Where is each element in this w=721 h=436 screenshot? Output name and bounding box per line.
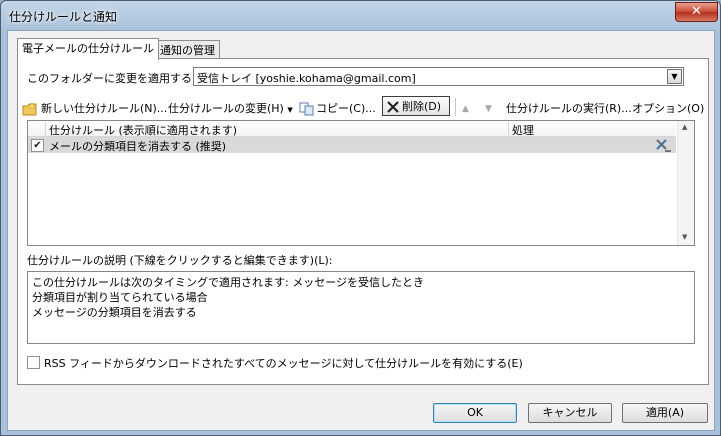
window-title: 仕分けルールと通知 bbox=[9, 10, 118, 24]
header-divider bbox=[508, 122, 509, 135]
tab-manage-alerts-label: 通知の管理 bbox=[160, 44, 215, 57]
change-rule-button[interactable]: 仕分けルールの変更(H) ▼ bbox=[168, 99, 293, 119]
description-line[interactable]: 分類項目が割り当てられている場合 bbox=[32, 289, 208, 305]
clear-category-action-icon bbox=[656, 139, 671, 152]
rss-rules-checkbox[interactable] bbox=[27, 356, 40, 369]
chevron-down-icon[interactable]: ▼ bbox=[667, 69, 682, 84]
column-actions[interactable]: 処理 bbox=[512, 122, 534, 138]
rule-description-box[interactable]: この仕分けルールは次のタイミングで適用されます: メッセージを受信したとき 分類… bbox=[27, 271, 695, 344]
run-rules-button[interactable]: 仕分けルールの実行(R)... bbox=[506, 99, 632, 119]
change-rule-label: 仕分けルールの変更(H) bbox=[168, 102, 284, 115]
ok-button-label: OK bbox=[467, 406, 483, 419]
cancel-button-label: キャンセル bbox=[542, 406, 598, 419]
rules-and-alerts-window: 仕分けルールと通知 ✕ 電子メールの仕分けルール 通知の管理 このフォルダーに変… bbox=[0, 0, 721, 436]
column-rule-name[interactable]: 仕分けルール (表示順に適用されます) bbox=[49, 122, 237, 138]
cancel-button[interactable]: キャンセル bbox=[528, 403, 612, 423]
rules-list[interactable]: 仕分けルール (表示順に適用されます) 処理 ✔ メールの分類項目を消去する (… bbox=[27, 120, 695, 246]
new-folder-icon bbox=[22, 102, 37, 116]
options-label: オプション(O) bbox=[632, 102, 705, 115]
move-down-icon[interactable]: ▼ bbox=[485, 99, 492, 119]
table-row[interactable]: ✔ メールの分類項目を消去する (推奨) bbox=[28, 137, 676, 153]
rule-enabled-checkbox[interactable]: ✔ bbox=[31, 139, 44, 152]
scroll-up-icon[interactable]: ▲ bbox=[682, 123, 687, 131]
rule-name: メールの分類項目を消去する (推奨) bbox=[49, 140, 227, 153]
folder-select-value: 受信トレイ [yoshie.kohama@gmail.com] bbox=[197, 72, 416, 85]
new-rule-label: 新しい仕分けルール(N)... bbox=[41, 102, 168, 115]
close-icon: ✕ bbox=[691, 4, 702, 19]
delete-rule-button[interactable]: 削除(D) bbox=[382, 96, 450, 116]
close-button[interactable]: ✕ bbox=[675, 2, 718, 22]
copy-icon bbox=[299, 102, 314, 116]
rss-rules-label[interactable]: RSS フィードからダウンロードされたすべてのメッセージに対して仕分けルールを有… bbox=[44, 355, 523, 371]
copy-rule-label: コピー(C)... bbox=[316, 102, 376, 115]
ok-button[interactable]: OK bbox=[433, 403, 517, 423]
delete-rule-label: 削除(D) bbox=[402, 100, 442, 113]
move-up-icon[interactable]: ▲ bbox=[462, 99, 469, 119]
tab-manage-alerts[interactable]: 通知の管理 bbox=[155, 40, 220, 60]
header-divider bbox=[45, 122, 46, 135]
description-line: メッセージの分類項目を消去する bbox=[32, 306, 197, 319]
dropdown-arrow-icon: ▼ bbox=[287, 106, 293, 114]
folder-label: このフォルダーに変更を適用する(F): bbox=[27, 72, 211, 85]
apply-button[interactable]: 適用(A) bbox=[622, 403, 708, 423]
options-button[interactable]: オプション(O) bbox=[632, 99, 704, 119]
folder-select[interactable]: 受信トレイ [yoshie.kohama@gmail.com] ▼ bbox=[193, 67, 684, 86]
dialog-body: 電子メールの仕分けルール 通知の管理 このフォルダーに変更を適用する(F): 受… bbox=[7, 30, 715, 431]
email-rules-panel: このフォルダーに変更を適用する(F): 受信トレイ [yoshie.kohama… bbox=[17, 58, 709, 385]
tab-email-rules[interactable]: 電子メールの仕分けルール bbox=[17, 38, 159, 60]
description-line: この仕分けルールは次のタイミングで適用されます: メッセージを受信したとき bbox=[32, 276, 424, 289]
description-label: 仕分けルールの説明 (下線をクリックすると編集できます)(L): bbox=[27, 254, 333, 267]
rules-list-header: 仕分けルール (表示順に適用されます) 処理 bbox=[28, 121, 676, 137]
toolbar-separator bbox=[455, 98, 456, 116]
delete-x-icon bbox=[387, 101, 399, 113]
run-rules-label: 仕分けルールの実行(R)... bbox=[506, 102, 632, 115]
scroll-down-icon[interactable]: ▼ bbox=[682, 233, 687, 241]
apply-button-label: 適用(A) bbox=[645, 406, 685, 419]
title-bar[interactable]: 仕分けルールと通知 ✕ bbox=[1, 1, 720, 30]
tab-email-rules-label: 電子メールの仕分けルール bbox=[22, 42, 154, 55]
rules-list-scrollbar[interactable]: ▲ ▼ bbox=[677, 121, 694, 245]
